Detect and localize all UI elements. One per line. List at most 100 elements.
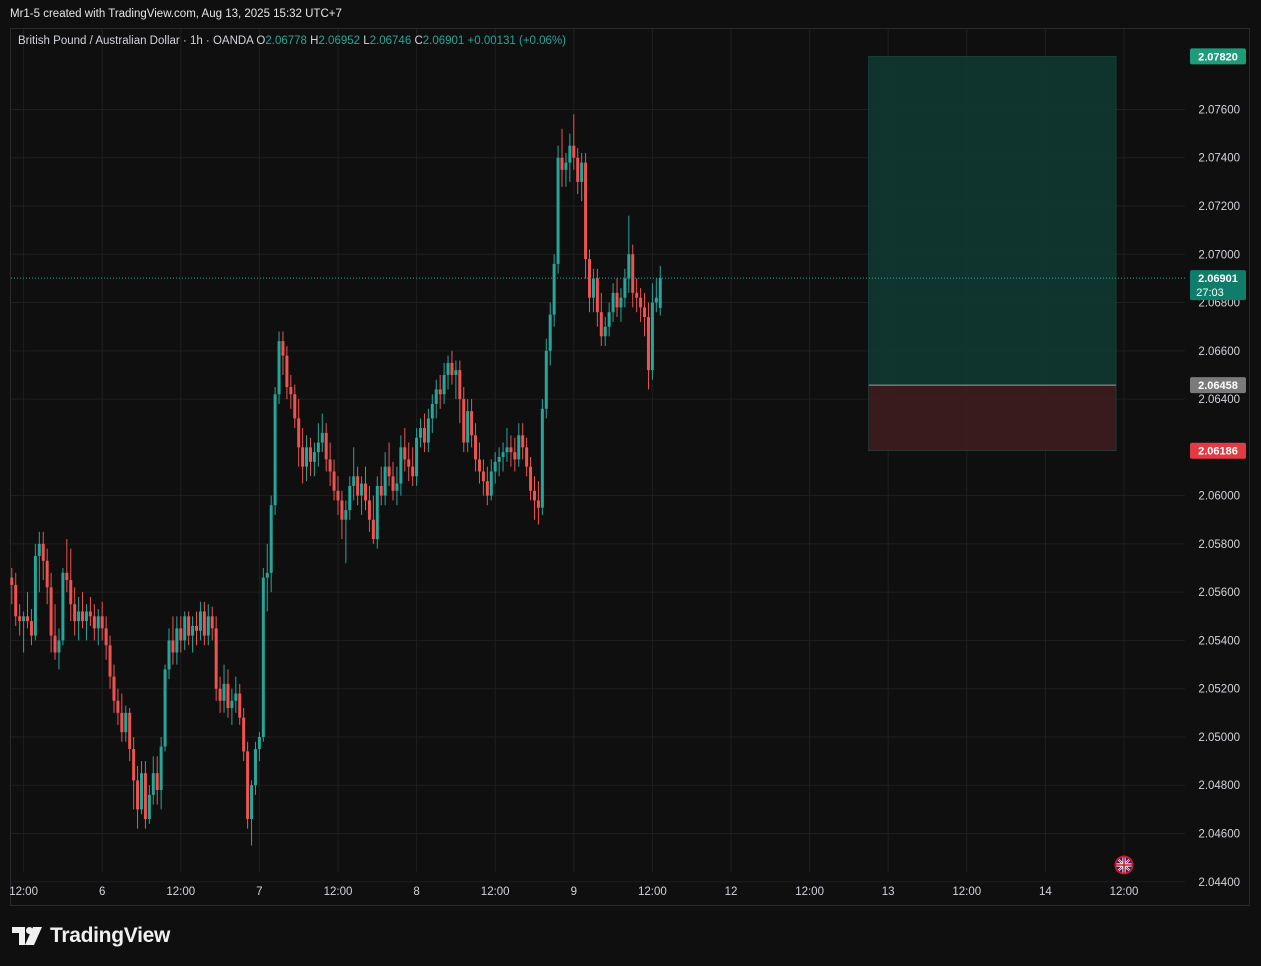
candle-down <box>116 700 120 713</box>
candle-down <box>104 628 108 646</box>
candle-up <box>552 263 556 315</box>
candle-down <box>615 292 619 308</box>
candle-up <box>139 773 143 810</box>
legend-low-value: 2.06746 <box>369 35 412 47</box>
candle-up <box>22 616 26 622</box>
candle-down <box>328 459 332 472</box>
candle-down <box>509 447 513 453</box>
candle-down <box>88 611 92 617</box>
candle-down <box>646 317 650 371</box>
tradingview-brand[interactable]: TradingView <box>12 924 170 948</box>
legend-change: +0.00131 (+0.06%) <box>467 35 566 47</box>
candle-up <box>269 505 273 573</box>
candle-up <box>658 278 662 308</box>
candle-down <box>18 616 22 622</box>
candle-down <box>643 307 647 318</box>
candle-up <box>415 437 419 477</box>
tradingview-logo-icon <box>12 927 42 945</box>
candle-up <box>619 297 623 308</box>
candle-up <box>603 326 607 337</box>
candle-down <box>340 500 344 520</box>
candle-up <box>454 370 458 375</box>
candle-up <box>568 145 572 163</box>
candle-up <box>505 447 509 453</box>
candle-down <box>422 428 426 443</box>
position-profit-zone <box>868 56 1117 386</box>
x-tick-label: 6 <box>99 886 105 898</box>
candle-up <box>611 292 615 313</box>
candle-up <box>556 157 560 264</box>
candle-up <box>312 452 316 462</box>
x-tick-label: 12:00 <box>795 886 824 898</box>
candle-up <box>352 476 356 486</box>
candle-down <box>112 676 116 701</box>
candle-down <box>438 389 442 395</box>
legend-open-value: 2.06778 <box>265 35 307 47</box>
x-tick-label: 12:00 <box>166 886 195 898</box>
x-tick-label: 9 <box>571 886 577 898</box>
candle-up <box>159 746 163 791</box>
candle-down <box>371 519 375 540</box>
position-loss-zone <box>868 385 1117 451</box>
candle-down <box>450 362 454 375</box>
candle-up <box>320 432 324 443</box>
candle-down <box>73 604 77 622</box>
candle-up <box>124 712 128 733</box>
candle-up <box>261 577 265 737</box>
target-price-tag: 2.07820 <box>1198 51 1238 63</box>
candle-down <box>69 580 73 605</box>
candle-down <box>214 628 218 689</box>
candle-down <box>599 312 603 337</box>
candle-down <box>14 584 18 617</box>
uk-flag-icon[interactable] <box>1114 855 1134 875</box>
candle-down <box>572 145 576 158</box>
y-tick-label: 2.04800 <box>1198 780 1240 792</box>
legend-high-value: 2.06952 <box>318 35 361 47</box>
x-tick-label: 13 <box>882 886 895 898</box>
candle-down <box>301 447 305 467</box>
candle-down <box>308 447 312 462</box>
candle-up <box>434 389 438 404</box>
x-tick-label: 12:00 <box>481 886 510 898</box>
candle-up <box>466 411 470 443</box>
y-tick-label: 2.05800 <box>1198 539 1240 551</box>
candle-down <box>41 543 45 561</box>
candle-down <box>65 572 69 581</box>
candle-up <box>607 312 611 327</box>
x-tick-label: 12:00 <box>324 886 353 898</box>
candle-down <box>81 611 85 622</box>
candle-up <box>77 611 81 622</box>
y-tick-label: 2.06400 <box>1198 394 1240 406</box>
bar-countdown: 27:03 <box>1196 287 1224 299</box>
candle-up <box>277 341 281 395</box>
candle-up <box>375 485 379 540</box>
x-tick-label: 7 <box>256 886 262 898</box>
candle-up <box>540 408 544 508</box>
candle-up <box>627 254 631 279</box>
candle-down <box>210 616 214 629</box>
x-tick-label: 12:00 <box>952 886 981 898</box>
entry-price-tag: 2.06458 <box>1198 380 1238 392</box>
y-tick-label: 2.05600 <box>1198 587 1240 599</box>
candle-up <box>33 555 37 636</box>
candle-down <box>513 452 517 460</box>
candle-up <box>446 362 450 375</box>
candlestick-chart[interactable]: 2.076002.074002.072002.070002.068002.066… <box>0 0 1261 966</box>
candle-down <box>128 712 132 750</box>
candle-down <box>477 459 481 472</box>
candle-down <box>407 459 411 467</box>
candle-down <box>293 394 297 419</box>
candle-down <box>462 399 466 443</box>
candle-down <box>246 751 250 820</box>
candle-down <box>281 341 285 356</box>
x-tick-label: 12 <box>725 886 738 898</box>
candle-up <box>183 616 187 641</box>
candle-up <box>395 483 399 491</box>
candle-up <box>230 700 234 709</box>
y-tick-label: 2.05000 <box>1198 732 1240 744</box>
stop-price-tag: 2.06186 <box>1198 446 1238 458</box>
candle-up <box>497 457 501 462</box>
candle-down <box>49 587 53 636</box>
candle-up <box>175 628 179 653</box>
candle-down <box>285 355 289 388</box>
